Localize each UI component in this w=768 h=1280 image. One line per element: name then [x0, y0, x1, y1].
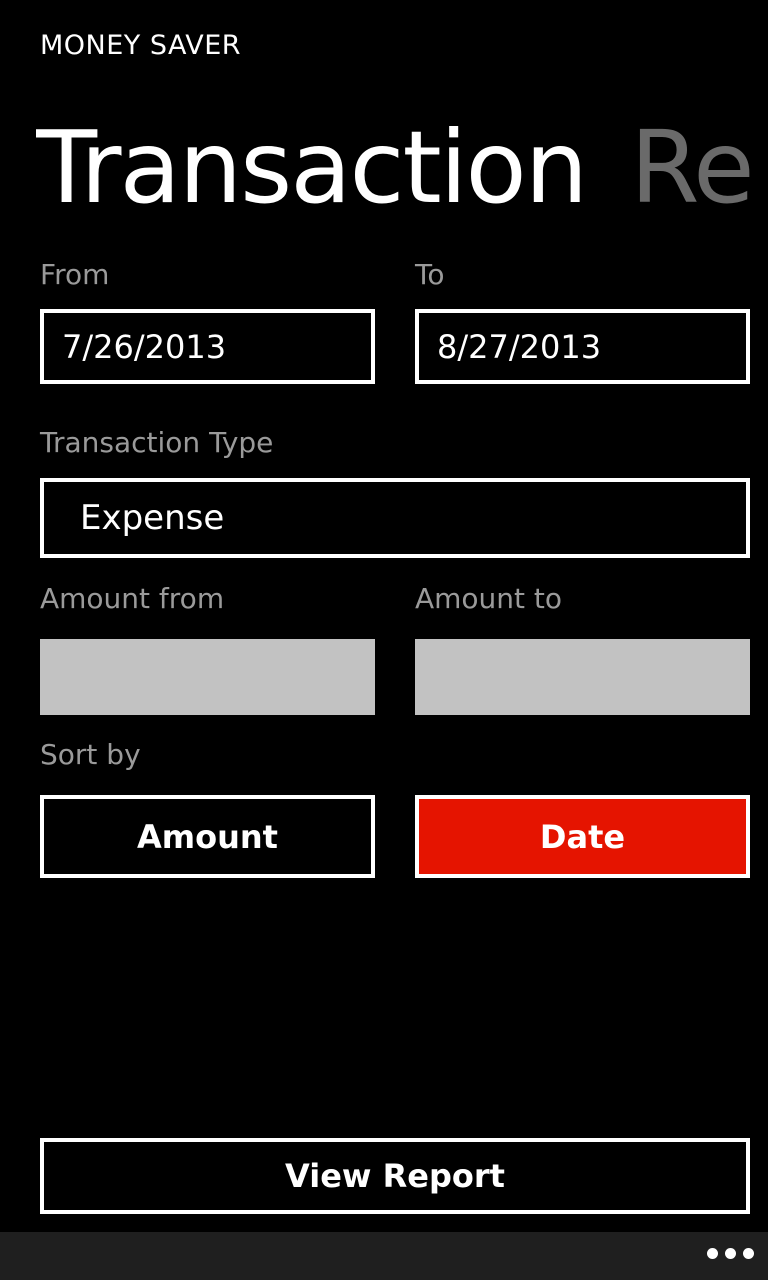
to-date-picker[interactable]: 8/27/2013 — [415, 309, 750, 384]
amount-from-label: Amount from — [40, 582, 225, 615]
transaction-type-label: Transaction Type — [40, 426, 274, 459]
transaction-type-picker[interactable]: Expense — [40, 478, 750, 558]
sort-amount-button[interactable]: Amount — [40, 795, 375, 878]
from-label: From — [40, 258, 110, 291]
to-label: To — [415, 258, 445, 291]
app-title: MONEY SAVER — [40, 30, 242, 61]
transaction-type-value: Expense — [80, 498, 225, 538]
dot — [743, 1248, 754, 1259]
amount-to-input[interactable] — [415, 639, 750, 715]
amount-from-input[interactable] — [40, 639, 375, 715]
view-report-button[interactable]: View Report — [40, 1138, 750, 1214]
dot — [707, 1248, 718, 1259]
sort-by-label: Sort by — [40, 738, 141, 771]
to-date-value: 8/27/2013 — [437, 327, 602, 366]
amount-to-label: Amount to — [415, 582, 563, 615]
pivot-item-report[interactable]: Re — [630, 108, 755, 228]
screen: MONEY SAVER Transaction Re From To 7/26/2… — [0, 0, 768, 1280]
from-date-picker[interactable]: 7/26/2013 — [40, 309, 375, 384]
dot — [725, 1248, 736, 1259]
pivot-header: Transaction Re — [36, 108, 768, 228]
from-date-value: 7/26/2013 — [62, 327, 227, 366]
more-ellipsis-icon[interactable] — [707, 1248, 754, 1259]
application-bar — [0, 1232, 768, 1280]
sort-date-button[interactable]: Date — [415, 795, 750, 878]
pivot-item-transaction[interactable]: Transaction — [36, 108, 588, 228]
